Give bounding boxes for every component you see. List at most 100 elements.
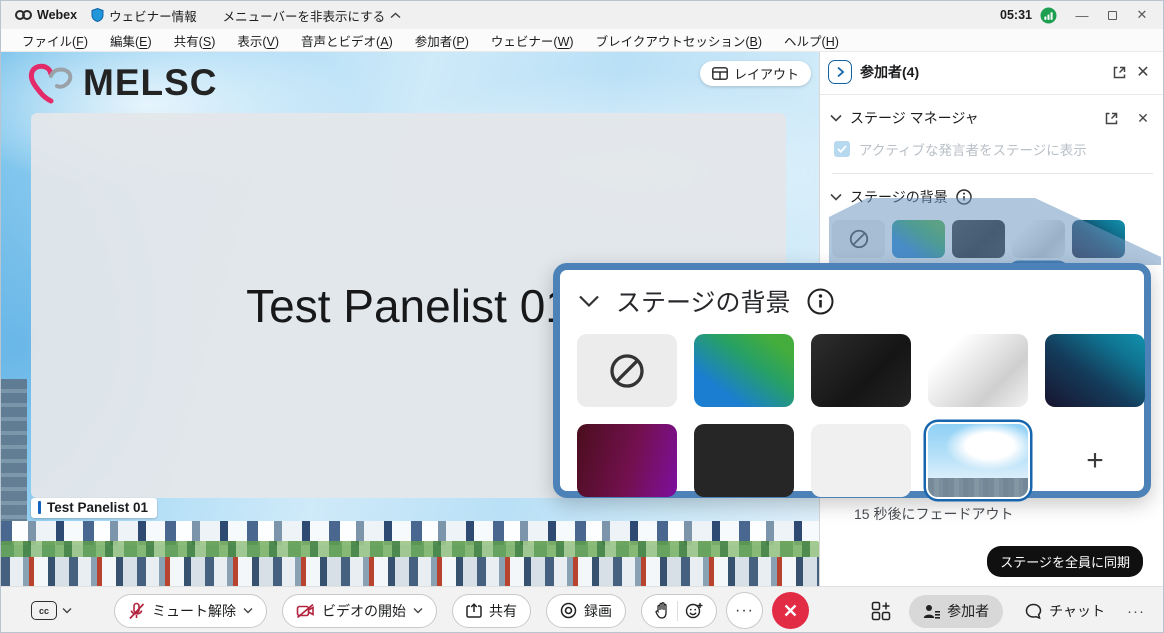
menu-help[interactable]: ヘルプ(H): [773, 29, 850, 52]
swatch-none[interactable]: [577, 334, 677, 407]
panel-divider: [820, 94, 1164, 95]
webinar-info-label: ウェビナー情報: [109, 6, 197, 25]
active-speaker-checkbox[interactable]: [834, 141, 850, 157]
swatch-city-photo[interactable]: [928, 424, 1028, 497]
apps-icon[interactable]: [871, 601, 891, 621]
meeting-time: 05:31: [1000, 8, 1032, 22]
reactions-divider: [677, 601, 678, 621]
webex-logo: Webex: [15, 8, 77, 22]
popup-header: ステージの背景: [560, 270, 1144, 319]
chevron-down-icon: [413, 607, 423, 614]
close-stage-manager-button[interactable]: ✕: [1131, 106, 1155, 130]
close-participants-button[interactable]: ✕: [1131, 60, 1155, 84]
swatch-charcoal[interactable]: [694, 424, 794, 497]
reactions-group: [641, 594, 717, 628]
city-town: [1, 557, 819, 586]
share-screen-icon: [466, 603, 482, 619]
hide-menubar-button[interactable]: メニューバーを非表示にする: [223, 6, 402, 25]
maximize-icon: [1108, 11, 1117, 20]
more-panels-button[interactable]: ···: [1127, 603, 1145, 620]
menu-share[interactable]: 共有(S): [163, 29, 227, 52]
maximize-button[interactable]: [1097, 2, 1127, 28]
layout-button-label: レイアウト: [734, 64, 799, 83]
start-video-label: ビデオの開始: [322, 601, 406, 621]
fade-out-label: 15 秒後にフェードアウト: [854, 504, 1013, 524]
active-speaker-option[interactable]: アクティブな発言者をステージに表示: [820, 133, 1164, 169]
raise-hand-icon[interactable]: [655, 602, 670, 619]
active-speaker-label: アクティブな発言者をステージに表示: [859, 139, 1087, 159]
layout-button[interactable]: レイアウト: [700, 61, 811, 86]
menu-bar: ファイル(F)編集(E)共有(S)表示(V)音声とビデオ(A)参加者(P)ウェビ…: [1, 29, 1164, 52]
record-icon: [560, 602, 577, 619]
webex-infinity-icon: [15, 9, 32, 21]
swatch-maroon-purple-gradient[interactable]: [577, 424, 677, 497]
melsc-logo: MELSC: [27, 62, 218, 104]
check-icon: [837, 145, 847, 153]
sync-stage-button[interactable]: ステージを全員に同期: [987, 546, 1143, 577]
menu-webinar[interactable]: ウェビナー(W): [480, 29, 585, 52]
swatch-navy-teal-gradient[interactable]: [1045, 334, 1145, 407]
stage-background-popup: ステージの背景 +: [553, 263, 1151, 498]
chevron-down-icon: [62, 607, 72, 614]
more-options-button[interactable]: ···: [726, 592, 763, 629]
record-button[interactable]: 録画: [546, 594, 626, 628]
swatch-blue-green-gradient[interactable]: [694, 334, 794, 407]
info-icon[interactable]: [807, 288, 834, 315]
layout-grid-icon: [712, 67, 728, 80]
collapse-panel-button[interactable]: [828, 60, 852, 84]
chevron-down-icon: [243, 607, 253, 614]
hide-menubar-label: メニューバーを非表示にする: [223, 6, 386, 25]
share-label: 共有: [489, 601, 517, 621]
swatch-silver-white[interactable]: [928, 334, 1028, 407]
popout-icon: [1105, 112, 1118, 125]
leave-x-icon: [783, 603, 798, 618]
menu-file[interactable]: ファイル(F): [11, 29, 99, 52]
chat-button[interactable]: チャット: [1021, 601, 1109, 621]
chevron-down-icon[interactable]: [578, 294, 600, 308]
share-button[interactable]: 共有: [452, 594, 531, 628]
unmute-button[interactable]: ミュート解除: [114, 594, 267, 628]
menu-audio-video[interactable]: 音声とビデオ(A): [290, 29, 404, 52]
stage-manager-header[interactable]: ステージ マネージャ ✕: [820, 103, 1164, 133]
menu-participants[interactable]: 参加者(P): [404, 29, 480, 52]
leave-meeting-button[interactable]: [772, 592, 809, 629]
menu-view[interactable]: 表示(V): [226, 29, 290, 52]
close-button[interactable]: ✕: [1127, 2, 1157, 28]
watercolor-building: [1, 379, 27, 524]
webinar-info-button[interactable]: ウェビナー情報: [91, 6, 197, 25]
swatch-add-background[interactable]: +: [1045, 424, 1145, 497]
minimize-button[interactable]: —: [1067, 2, 1097, 28]
melsc-brand-text: MELSC: [83, 62, 218, 104]
active-speaker-bar: [38, 501, 41, 514]
watercolor-cityscape: [1, 521, 819, 586]
closed-captions-button[interactable]: cc: [31, 601, 72, 620]
participants-count: (4): [902, 64, 919, 80]
add-icon: +: [1086, 446, 1104, 476]
chat-icon: [1025, 603, 1042, 620]
reactions-smiley-icon[interactable]: [685, 602, 703, 619]
stage-background-swatches-large: +: [560, 319, 1150, 497]
popout-participants-button[interactable]: [1107, 60, 1131, 84]
title-bar: Webex ウェビナー情報 メニューバーを非表示にする 05:31 — ✕: [1, 1, 1164, 29]
menu-edit[interactable]: 編集(E): [99, 29, 163, 52]
record-label: 録画: [584, 601, 612, 621]
start-video-button[interactable]: ビデオの開始: [282, 594, 437, 628]
panelist-name-tag: Test Panelist 01: [31, 498, 157, 518]
unmute-label: ミュート解除: [152, 601, 236, 621]
participants-toggle-button[interactable]: 参加者: [909, 595, 1003, 628]
chevron-right-icon: [836, 66, 845, 78]
popup-title: ステージの背景: [616, 283, 791, 319]
menu-breakout[interactable]: ブレイクアウトセッション(B): [585, 29, 773, 52]
toolbar-right-group: 参加者 チャット ···: [871, 587, 1145, 633]
popout-stage-manager-button[interactable]: [1099, 106, 1123, 130]
connection-status-icon: [1040, 7, 1057, 24]
panel-divider-inset: [832, 173, 1153, 174]
swatch-light-gray[interactable]: [811, 424, 911, 497]
camera-off-icon: [296, 603, 315, 619]
no-background-icon: [607, 351, 647, 391]
brand-label: Webex: [37, 8, 77, 22]
swatch-black-wave[interactable]: [811, 334, 911, 407]
webex-window: Webex ウェビナー情報 メニューバーを非表示にする 05:31 — ✕ ファ…: [0, 0, 1164, 633]
name-tag-label: Test Panelist 01: [47, 500, 148, 515]
chat-label: チャット: [1049, 601, 1105, 621]
